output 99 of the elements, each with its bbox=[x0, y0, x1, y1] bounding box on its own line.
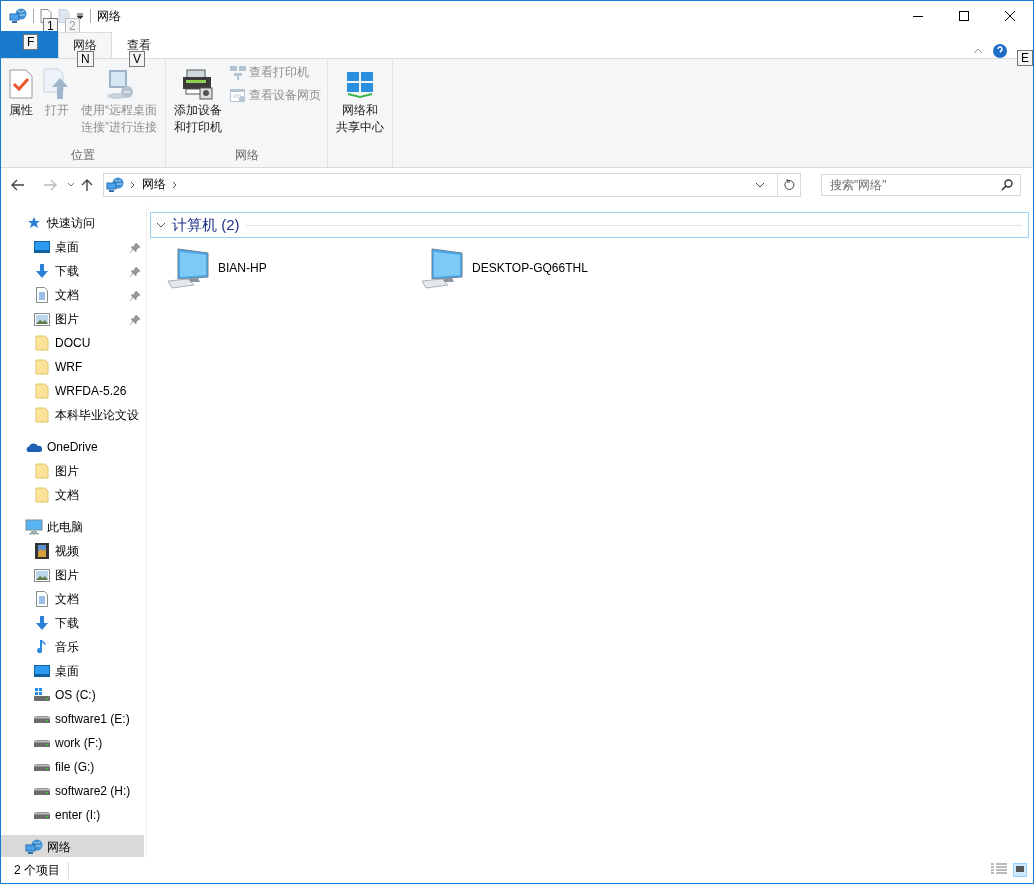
keytip: N bbox=[77, 51, 94, 67]
folder-icon bbox=[35, 383, 49, 399]
document-icon bbox=[35, 591, 49, 607]
sidebar-item[interactable]: 文档 bbox=[55, 486, 79, 504]
large-icons-view-icon[interactable] bbox=[1013, 863, 1027, 877]
sidebar-item[interactable]: software1 (E:) bbox=[55, 712, 130, 726]
dropdown-icon[interactable] bbox=[76, 12, 84, 20]
up-icon[interactable] bbox=[81, 177, 93, 192]
sidebar-item[interactable]: OneDrive bbox=[47, 440, 98, 454]
pin-icon bbox=[130, 267, 140, 277]
network-icon bbox=[25, 839, 43, 855]
drive-icon bbox=[34, 811, 50, 819]
sidebar-item[interactable]: file (G:) bbox=[55, 760, 95, 774]
music-note-icon bbox=[36, 639, 48, 655]
sidebar-item[interactable]: WRF bbox=[55, 360, 83, 374]
sidebar-item[interactable]: 图片 bbox=[55, 310, 79, 328]
sidebar-item[interactable]: 图片 bbox=[55, 462, 79, 480]
group-label: 网络 bbox=[233, 147, 260, 164]
computer-name[interactable]: DESKTOP-GQ66THL bbox=[472, 261, 588, 275]
picture-icon bbox=[34, 568, 50, 582]
item-count: 2 个项目 bbox=[14, 861, 69, 879]
printer-icon bbox=[182, 68, 214, 100]
drive-icon bbox=[34, 688, 50, 702]
sidebar-item[interactable]: WRFDA-5.26 bbox=[55, 384, 127, 398]
group-label: 位置 bbox=[70, 147, 96, 164]
sidebar-item[interactable]: 快速访问 bbox=[47, 214, 95, 232]
sidebar-item[interactable]: 音乐 bbox=[55, 638, 79, 656]
document-icon bbox=[35, 287, 49, 303]
folder-icon bbox=[35, 359, 49, 375]
film-icon bbox=[35, 543, 49, 559]
sidebar-item[interactable]: 下载 bbox=[55, 614, 79, 632]
drive-icon bbox=[34, 763, 50, 771]
pin-icon bbox=[130, 243, 140, 253]
sidebar-item[interactable]: 桌面 bbox=[55, 238, 79, 256]
ribbon-button[interactable]: 添加设备和打印机 bbox=[170, 62, 226, 147]
desktop-icon bbox=[34, 664, 50, 678]
folder-icon bbox=[35, 407, 49, 423]
sidebar-item[interactable]: 文档 bbox=[55, 590, 79, 608]
sidebar-item[interactable]: software2 (H:) bbox=[55, 784, 131, 798]
keytip: F bbox=[23, 34, 39, 50]
search-icon bbox=[1001, 178, 1013, 191]
web-page-icon bbox=[230, 88, 246, 103]
back-icon[interactable] bbox=[11, 178, 25, 191]
minimize-icon bbox=[913, 15, 923, 17]
down-arrow-icon bbox=[34, 615, 50, 631]
breadcrumb[interactable]: 网络 bbox=[142, 176, 166, 193]
folder-icon bbox=[35, 463, 49, 479]
keytip: V bbox=[129, 51, 145, 67]
sidebar-item[interactable]: 网络 bbox=[47, 838, 71, 856]
drive-icon bbox=[34, 739, 50, 747]
keytip: E bbox=[1017, 50, 1033, 66]
sidebar-item[interactable]: enter (I:) bbox=[55, 808, 101, 822]
down-arrow-icon bbox=[34, 263, 50, 279]
computer-icon bbox=[25, 519, 43, 535]
folder-icon bbox=[35, 487, 49, 503]
maximize-icon bbox=[959, 11, 969, 21]
computer-icon bbox=[420, 247, 466, 289]
drive-icon bbox=[34, 787, 50, 795]
desktop-icon bbox=[34, 240, 50, 254]
cloud-icon bbox=[26, 441, 42, 453]
group-header[interactable]: 计算机 (2) bbox=[150, 212, 1029, 238]
ribbon-button[interactable]: 网络和共享中心 bbox=[332, 62, 388, 147]
window-title: 网络 bbox=[97, 7, 121, 25]
sidebar-item[interactable]: 图片 bbox=[55, 566, 79, 584]
sidebar-item[interactable]: 视频 bbox=[55, 542, 79, 560]
computer-icon bbox=[166, 247, 212, 289]
printer-grid-icon bbox=[230, 65, 246, 80]
windows-tiles-icon bbox=[346, 70, 374, 98]
sidebar-item[interactable]: 下载 bbox=[55, 262, 79, 280]
collapse-ribbon-icon[interactable] bbox=[973, 48, 983, 54]
refresh-icon[interactable] bbox=[783, 178, 795, 191]
ribbon-button[interactable]: 属性 bbox=[5, 62, 37, 147]
network-icon bbox=[9, 8, 27, 24]
sidebar-item[interactable]: 本科毕业论文设 bbox=[55, 406, 139, 424]
address-bar[interactable]: 网络 bbox=[103, 172, 801, 197]
sidebar-item[interactable]: DOCU bbox=[55, 336, 91, 350]
sidebar-item[interactable]: 桌面 bbox=[55, 662, 79, 680]
folder-icon bbox=[35, 335, 49, 351]
chevron-icon[interactable] bbox=[130, 180, 136, 189]
sidebar-item[interactable]: 文档 bbox=[55, 286, 79, 304]
group-title: 计算机 (2) bbox=[172, 215, 240, 235]
drive-icon bbox=[34, 715, 50, 723]
picture-icon bbox=[34, 312, 50, 326]
sidebar-item[interactable]: 此电脑 bbox=[47, 518, 83, 536]
help-icon[interactable] bbox=[993, 44, 1007, 58]
sidebar-item[interactable]: work (F:) bbox=[55, 736, 103, 750]
network-icon bbox=[106, 176, 124, 193]
star-icon bbox=[27, 216, 41, 230]
dropdown-icon[interactable] bbox=[755, 181, 765, 188]
checked-page-icon bbox=[9, 69, 33, 99]
sidebar-item[interactable]: OS (C:) bbox=[55, 688, 96, 702]
computer-name[interactable]: BIAN-HP bbox=[218, 261, 267, 275]
chevron-icon[interactable] bbox=[156, 222, 166, 228]
search-field[interactable]: 搜索"网络" bbox=[821, 173, 1021, 196]
close-icon bbox=[1005, 11, 1015, 21]
chevron-icon[interactable] bbox=[172, 180, 178, 189]
page-up-arrow-icon bbox=[43, 68, 71, 100]
pin-icon bbox=[130, 291, 140, 301]
pin-icon bbox=[130, 315, 140, 325]
